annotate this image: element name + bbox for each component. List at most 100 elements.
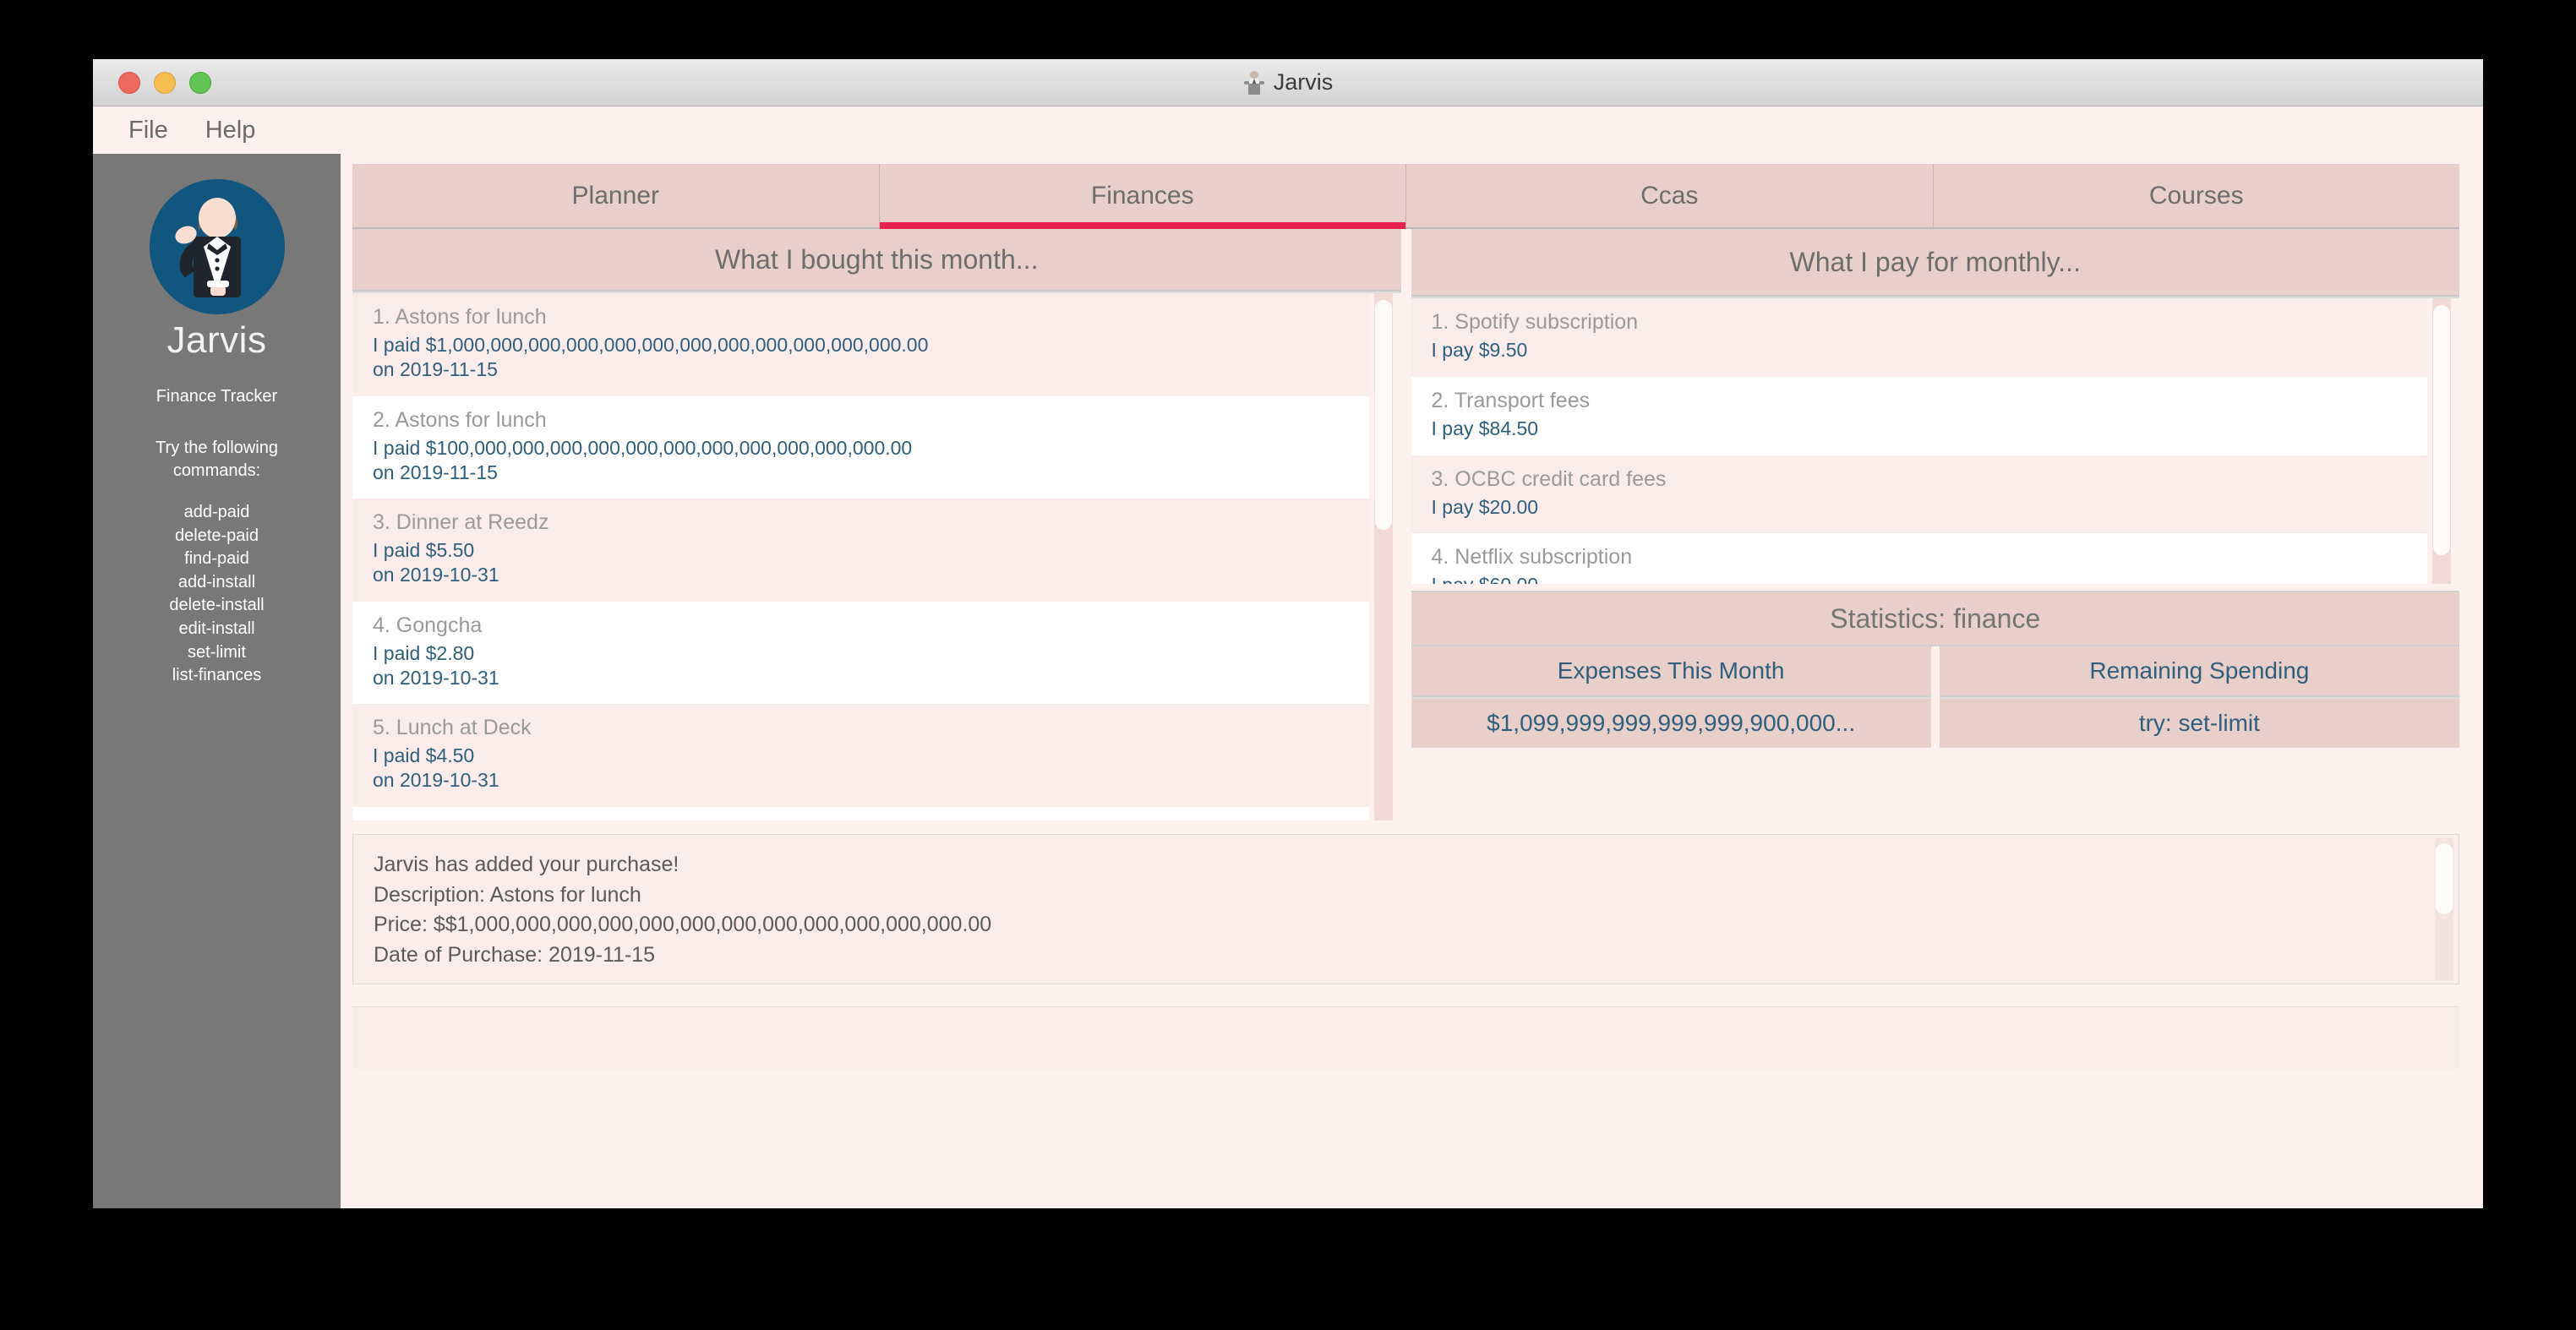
list-item-date: on 2019-11-15 [373,461,498,483]
commands-hint-line: commands: [172,461,261,480]
list-item[interactable]: 2. Astons for lunch I paid $100,000,000,0… [352,395,1369,499]
app-window: Jarvis File Help Jarvis Finance Tracker … [93,59,2483,1208]
purchases-panel: What I bought this month... 1. Astons fo… [352,229,1401,820]
statistics-header-row: Expenses This Month Remaining Spending [1411,646,2459,697]
command-input[interactable] [352,1006,2459,1069]
installments-scrollbar[interactable] [2432,298,2451,584]
installments-scroll-thumb[interactable] [2433,305,2450,555]
list-item-title: 3. OCBC credit card fees [1431,466,1667,491]
console-line: Jarvis has added your purchase! [374,853,679,876]
maximize-button[interactable] [189,71,211,94]
installments-list-area: 1. Spotify subscription I pay $9.50 2. Tra… [1411,297,2460,584]
menubar: File Help [93,106,2483,154]
console-line: Description: Astons for lunch [374,882,641,907]
butler-avatar [149,179,285,314]
command-add-paid: add-paid [183,503,250,521]
tab-courses[interactable]: Courses [1933,164,2459,227]
statistics-value-remaining: try: set-limit [1939,697,2459,748]
window-title-group: Jarvis [93,59,2483,106]
list-item-amount: I pay $60.00 [1432,573,2408,584]
list-item-amount: I paid $2.80 [373,641,475,664]
statistics-value-row: $1,099,999,999,999,999,900,000... try: s… [1411,697,2459,748]
statistics-section: Statistics: finance Expenses This Month … [1411,591,2459,748]
command-find-paid: find-paid [184,549,249,569]
list-item-amount: I paid $4.50 [373,744,475,767]
console-scrollbar[interactable] [2435,838,2453,980]
list-item-title: 5. Lunch at Deck [373,716,532,740]
list-item[interactable]: 2. Transport fees I pay $84.50 [1411,376,2427,455]
list-item[interactable]: 1. Spotify subscription I pay $9.50 [1411,298,2427,377]
command-delete-paid: delete-paid [175,526,259,545]
list-item-date: on 2019-11-15 [373,358,498,381]
tab-label: Ccas [1640,181,1699,210]
main-content: Planner Finances Ccas Courses What I bought… [341,154,2483,1208]
list-item-title: 1. Astons for lunch [373,305,547,330]
purchases-scroll-thumb[interactable] [1374,300,1392,531]
menu-help[interactable]: Help [205,117,256,144]
statistics-value-expenses: $1,099,999,999,999,999,900,000... [1411,697,1931,748]
console-line: Price: $$1,000,000,000,000,000,000,000,0… [374,913,992,936]
tabbar: Planner Finances Ccas Courses [352,164,2459,229]
window-controls [118,71,211,94]
purchases-panel-header: What I bought this month... [352,229,1401,292]
list-item[interactable]: 6. Lunch at Utown [352,806,1369,820]
tab-planner[interactable]: Planner [352,164,880,227]
list-item-amount: I paid $1,000,000,000,000,000,000,000,00… [373,334,929,357]
tab-label: Planner [571,181,659,210]
butler-icon [1243,70,1265,95]
statistics-title: Statistics: finance [1411,591,2459,646]
tab-ccas[interactable]: Ccas [1406,164,1934,227]
list-item-amount: I paid $100,000,000,000,000,000,000,000,… [373,436,913,459]
list-item-title: 1. Spotify subscription [1431,310,1639,334]
purchases-list-area: 1. Astons for lunch I paid $1,000,000,000… [352,292,1401,820]
console-scroll-thumb[interactable] [2436,843,2453,914]
brand-name: Jarvis [166,319,267,361]
app-body: Jarvis Finance Tracker Try the following… [93,154,2483,1208]
console-text: Jarvis has added your purchase! Descripti… [353,835,2459,984]
menu-file[interactable]: File [128,117,168,144]
command-add-install: add-install [177,572,256,591]
command-edit-install: edit-install [178,619,255,638]
tab-label: Finances [1090,181,1194,210]
list-item-title: 6. Lunch at Utown [373,819,1349,820]
list-item[interactable]: 3. Dinner at Reedz I paid $5.50 on 2019-10… [352,499,1369,602]
installments-list[interactable]: 1. Spotify subscription I pay $9.50 2. Tra… [1411,298,2460,584]
list-item[interactable]: 5. Lunch at Deck I paid $4.50 on 2019-10-3… [352,704,1369,807]
list-item-title: 2. Astons for lunch [373,407,547,432]
tab-label: Courses [2148,181,2244,210]
window-title: Jarvis [1273,69,1334,95]
list-item-title: 4. Gongcha [373,613,483,637]
console-line: Date of Purchase: 2019-11-15 [374,942,656,967]
commands-list: add-paid delete-paid find-paid add-install d… [93,501,341,688]
command-delete-install: delete-install [169,596,265,615]
console-output: Jarvis has added your purchase! Descripti… [352,834,2459,984]
list-item[interactable]: 1. Astons for lunch I paid $1,000,000,000… [352,293,1369,396]
list-item-date: on 2019-10-31 [373,769,499,792]
list-item-date: on 2019-10-31 [373,564,499,586]
list-item[interactable]: 4. Netflix subscription I pay $60.00 [1411,533,2427,584]
list-item-title: 2. Transport fees [1431,388,1591,412]
list-item-amount: I paid $5.50 [373,539,475,562]
purchases-list[interactable]: 1. Astons for lunch I paid $1,000,000,000… [352,293,1401,820]
close-button[interactable] [118,71,140,94]
list-item[interactable]: 4. Gongcha I paid $2.80 on 2019-10-31 [352,601,1369,705]
statistics-col-expenses: Expenses This Month [1411,646,1931,697]
statistics-col-remaining: Remaining Spending [1939,646,2459,697]
installments-panel: What I pay for monthly... 1. Spotify sub… [1411,229,2460,820]
window-titlebar: Jarvis [93,59,2483,106]
list-item-date: on 2019-10-31 [373,666,499,689]
installments-panel-header: What I pay for monthly... [1411,229,2459,297]
command-list-finances: list-finances [172,666,262,685]
tab-finances[interactable]: Finances [879,164,1406,229]
commands-hint-title: Try the following commands: [93,437,341,482]
commands-hint-line: Try the following [156,439,278,457]
list-item[interactable]: 3. OCBC credit card fees I pay $20.00 [1411,455,2427,534]
command-set-limit: set-limit [188,642,246,662]
minimize-button[interactable] [154,71,176,94]
list-item-title: 3. Dinner at Reedz [373,510,549,535]
list-item-amount: I pay $9.50 [1431,339,1528,361]
list-item-title: 4. Netflix subscription [1431,545,1633,570]
purchases-scrollbar[interactable] [1373,293,1393,820]
list-item-amount: I pay $84.50 [1431,417,1539,439]
brand-subtitle: Finance Tracker [156,387,278,406]
